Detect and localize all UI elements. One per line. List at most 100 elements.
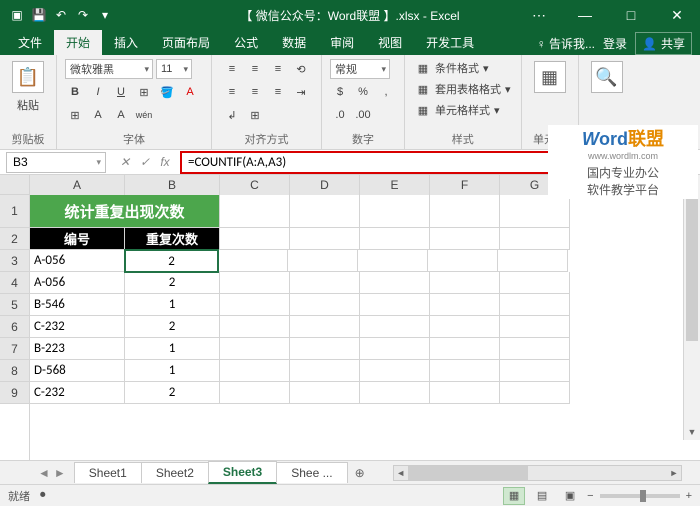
cell[interactable] [290,228,360,250]
cell-b9[interactable]: 2 [125,382,220,404]
col-header-a[interactable]: A [30,175,125,195]
scroll-thumb[interactable] [686,191,698,341]
cell[interactable] [360,360,430,382]
percent-button[interactable]: % [353,82,373,102]
cell[interactable] [498,250,568,272]
cell[interactable] [358,250,428,272]
cell[interactable] [218,250,288,272]
sheet-nav-next-icon[interactable]: ► [54,466,66,480]
cell[interactable] [500,195,570,228]
header-cell-b[interactable]: 重复次数 [125,228,220,250]
scroll-thumb[interactable] [408,466,528,480]
ribbon-options-icon[interactable]: ⋯ [516,0,562,30]
name-box[interactable]: B3 [6,152,106,173]
cell[interactable] [430,272,500,294]
cell[interactable] [500,338,570,360]
merged-title-cell[interactable]: 统计重复出现次数 [30,195,220,228]
increase-decimal-button[interactable]: .0 [330,105,350,125]
cell-a3[interactable]: A-056 [30,250,125,272]
cell-a8[interactable]: D-568 [30,360,125,382]
cell[interactable] [220,195,290,228]
fx-icon[interactable]: fx [156,155,174,169]
sheet-tab-4[interactable]: Shee ... [276,462,347,483]
tab-file[interactable]: 文件 [6,30,54,55]
row-header-8[interactable]: 8 [0,360,30,382]
cell-a6[interactable]: C-232 [30,316,125,338]
conditional-format-button[interactable]: ▦条件格式 ▾ [413,59,491,77]
cell[interactable] [500,360,570,382]
row-header-6[interactable]: 6 [0,316,30,338]
undo-icon[interactable]: ↶ [52,6,70,24]
save-icon[interactable]: 💾 [30,6,48,24]
add-sheet-button[interactable]: ⊕ [347,463,373,483]
tab-data[interactable]: 数据 [270,30,318,55]
row-header-7[interactable]: 7 [0,338,30,360]
qat-more-icon[interactable]: ▾ [96,6,114,24]
cell-a9[interactable]: C-232 [30,382,125,404]
cell-a7[interactable]: B-223 [30,338,125,360]
font-name-combo[interactable]: 微软雅黑 [65,59,153,79]
scroll-left-icon[interactable]: ◄ [394,466,408,480]
cell-b7[interactable]: 1 [125,338,220,360]
phonetic-button[interactable]: wén [134,105,154,125]
cell[interactable] [430,316,500,338]
col-header-b[interactable]: B [125,175,220,195]
bold-button[interactable]: B [65,82,85,102]
minimize-button[interactable]: — [562,0,608,30]
cell[interactable] [430,294,500,316]
cell[interactable] [220,382,290,404]
cell[interactable] [290,382,360,404]
cell[interactable] [290,360,360,382]
scroll-right-icon[interactable]: ► [667,466,681,480]
align-top-button[interactable]: ≡ [222,59,242,79]
format-as-table-button[interactable]: ▦套用表格格式 ▾ [413,80,513,98]
font-color-button[interactable]: A [180,82,200,102]
italic-button[interactable]: I [88,82,108,102]
cells-button[interactable]: ▦ [530,59,570,95]
view-page-layout-button[interactable]: ▤ [531,487,553,505]
vertical-scrollbar[interactable]: ▲ ▼ [683,175,700,440]
comma-button[interactable]: , [376,82,396,102]
row-header-1[interactable]: 1 [0,195,30,228]
cell-a4[interactable]: A-056 [30,272,125,294]
tab-review[interactable]: 审阅 [318,30,366,55]
row-header-9[interactable]: 9 [0,382,30,404]
zoom-slider[interactable] [600,494,680,498]
cell-b6[interactable]: 2 [125,316,220,338]
cell[interactable] [430,382,500,404]
cell[interactable] [220,360,290,382]
underline-button[interactable]: U [111,82,131,102]
sheet-nav-prev-icon[interactable]: ◄ [38,466,50,480]
merge-button[interactable]: ⊞ [245,105,265,125]
col-header-e[interactable]: E [360,175,430,195]
tab-view[interactable]: 视图 [366,30,414,55]
row-header-5[interactable]: 5 [0,294,30,316]
tab-layout[interactable]: 页面布局 [150,30,222,55]
cell[interactable] [220,338,290,360]
cell[interactable] [220,272,290,294]
row-header-4[interactable]: 4 [0,272,30,294]
tab-developer[interactable]: 开发工具 [414,30,486,55]
header-cell-a[interactable]: 编号 [30,228,125,250]
cell[interactable] [360,316,430,338]
cell-b4[interactable]: 2 [125,272,220,294]
border-button[interactable]: ⊞ [134,82,154,102]
cell[interactable] [360,272,430,294]
cell[interactable] [500,382,570,404]
cell[interactable] [430,338,500,360]
macro-record-icon[interactable]: ⏺ [40,489,46,502]
select-all-corner[interactable] [0,175,30,195]
cell[interactable] [428,250,498,272]
cell[interactable] [500,294,570,316]
cell[interactable] [360,382,430,404]
cell[interactable] [290,294,360,316]
maximize-button[interactable]: □ [608,0,654,30]
cell[interactable] [220,316,290,338]
sheet-tab-1[interactable]: Sheet1 [74,462,142,483]
cell[interactable] [360,228,430,250]
cell-b8[interactable]: 1 [125,360,220,382]
font-size-combo[interactable]: 11 [156,59,192,79]
cell[interactable] [430,195,500,228]
cell[interactable] [220,294,290,316]
decrease-decimal-button[interactable]: .00 [353,105,373,125]
